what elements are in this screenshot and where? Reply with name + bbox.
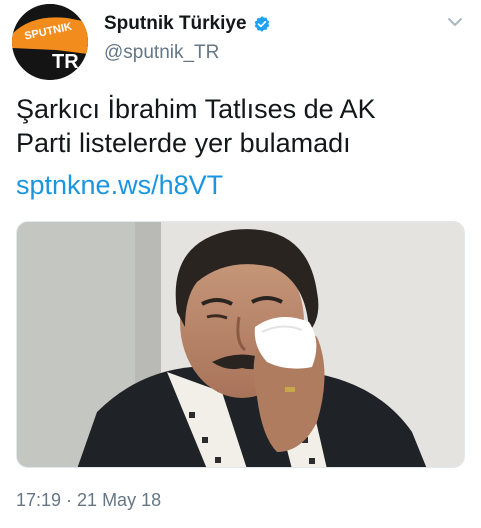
tweet-text: Şarkıcı İbrahim Tatlıses de AK Parti lis…	[16, 92, 466, 160]
sputnik-logo-icon: SPUTNIK TR	[12, 4, 88, 80]
author-name-row[interactable]: Sputnik Türkiye	[104, 13, 271, 35]
author-display-name[interactable]: Sputnik Türkiye	[104, 13, 247, 35]
chevron-down-icon	[448, 18, 462, 26]
tweet-photo[interactable]	[16, 221, 465, 468]
tweet-link[interactable]: sptnkne.ws/h8VT	[16, 168, 223, 202]
author-handle[interactable]: @sputnik_TR	[104, 42, 219, 64]
tweet-options-button[interactable]	[443, 10, 467, 34]
verified-badge-icon	[253, 15, 271, 33]
tweet-text-line-2: Parti listelerde yer bulamadı	[16, 128, 351, 158]
tweet-timestamp[interactable]: 17:19 · 21 May 18	[16, 490, 161, 511]
tweet-card: SPUTNIK TR Sputnik Türkiye @sputnik_TR Ş…	[0, 0, 481, 528]
tweet-text-line-1: Şarkıcı İbrahim Tatlıses de AK	[16, 94, 376, 124]
avatar-badge-text: TR	[52, 51, 79, 73]
photo-man-with-tissue	[17, 222, 464, 467]
author-avatar[interactable]: SPUTNIK TR	[12, 4, 88, 80]
